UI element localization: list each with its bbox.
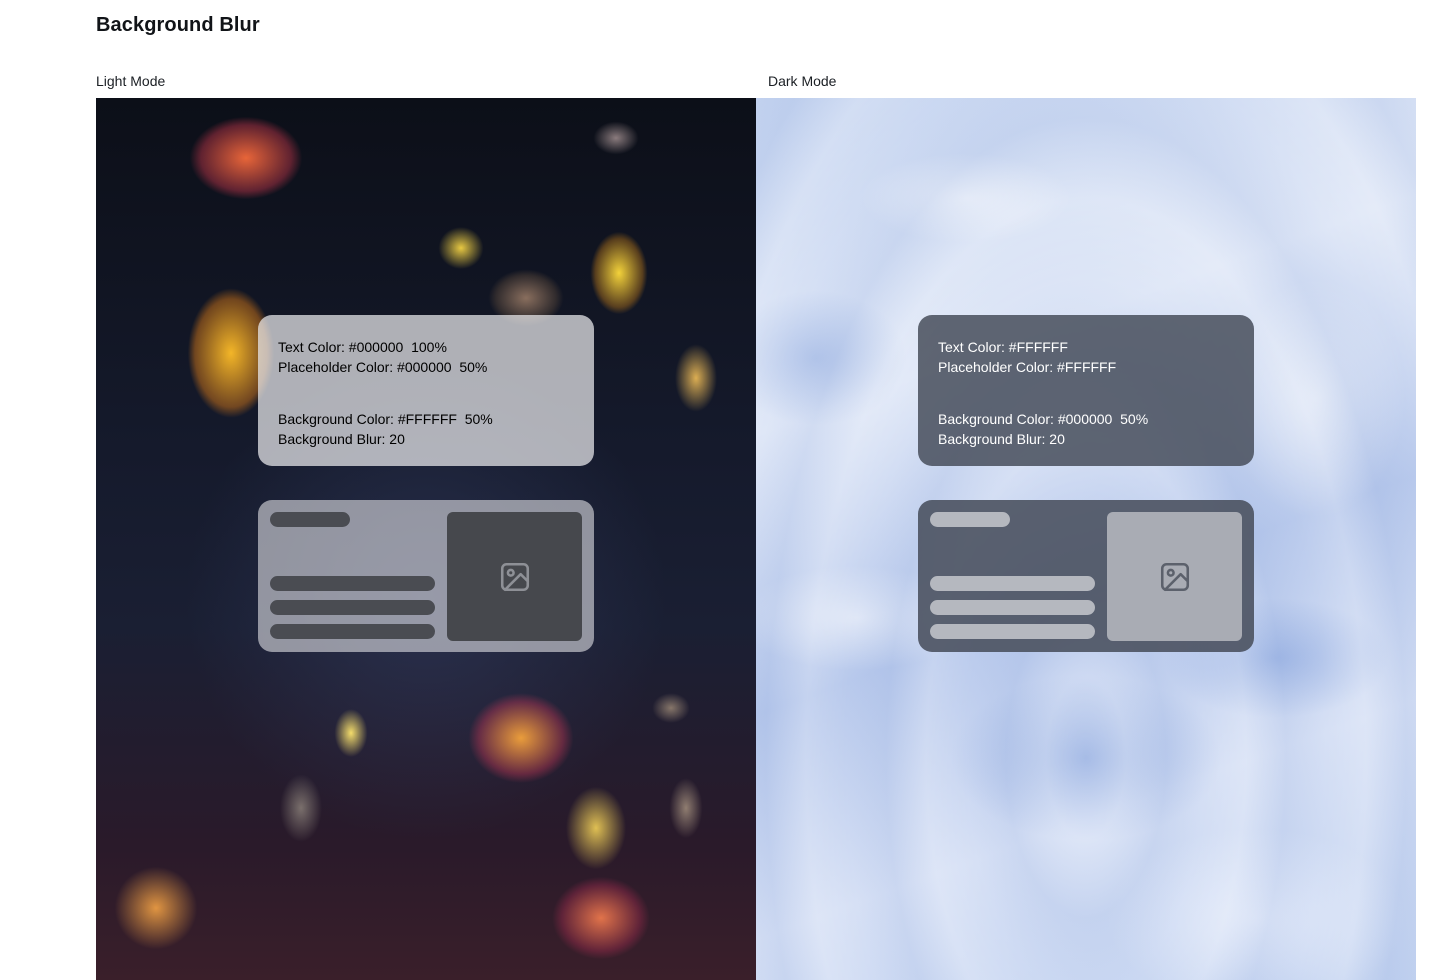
light-mode-label: Light Mode — [96, 73, 166, 89]
placeholder-line — [270, 600, 435, 615]
background-color-spec: Background Color: #FFFFFF 50% — [278, 411, 493, 427]
placeholder-title-bar — [930, 512, 1010, 527]
light-mode-preview: Text Color: #000000 100% Placeholder Col… — [96, 98, 756, 980]
page-title: Background Blur — [96, 14, 260, 36]
placeholder-thumbnail — [447, 512, 582, 641]
dark-placeholder-card — [918, 500, 1254, 652]
image-icon — [500, 562, 529, 591]
placeholder-line — [930, 624, 1095, 639]
placeholder-line — [270, 624, 435, 639]
background-blur-spec: Background Blur: 20 — [278, 431, 405, 447]
light-placeholder-card — [258, 500, 594, 652]
background-color-spec: Background Color: #000000 50% — [938, 411, 1149, 427]
text-color-spec: Text Color: #000000 100% — [278, 339, 447, 355]
light-spec-card: Text Color: #000000 100% Placeholder Col… — [258, 315, 594, 466]
text-color-spec: Text Color: #FFFFFF — [938, 339, 1068, 355]
placeholder-line — [930, 576, 1095, 591]
placeholder-color-spec: Placeholder Color: #000000 50% — [278, 359, 488, 375]
placeholder-title-bar — [270, 512, 350, 527]
dark-mode-label: Dark Mode — [768, 73, 837, 89]
background-blur-spec: Background Blur: 20 — [938, 431, 1065, 447]
dark-mode-preview: Text Color: #FFFFFF Placeholder Color: #… — [756, 98, 1416, 980]
placeholder-line — [270, 576, 435, 591]
image-icon — [1160, 562, 1189, 591]
dark-spec-card: Text Color: #FFFFFF Placeholder Color: #… — [918, 315, 1254, 466]
placeholder-line — [930, 600, 1095, 615]
placeholder-color-spec: Placeholder Color: #FFFFFF — [938, 359, 1117, 375]
placeholder-thumbnail — [1107, 512, 1242, 641]
